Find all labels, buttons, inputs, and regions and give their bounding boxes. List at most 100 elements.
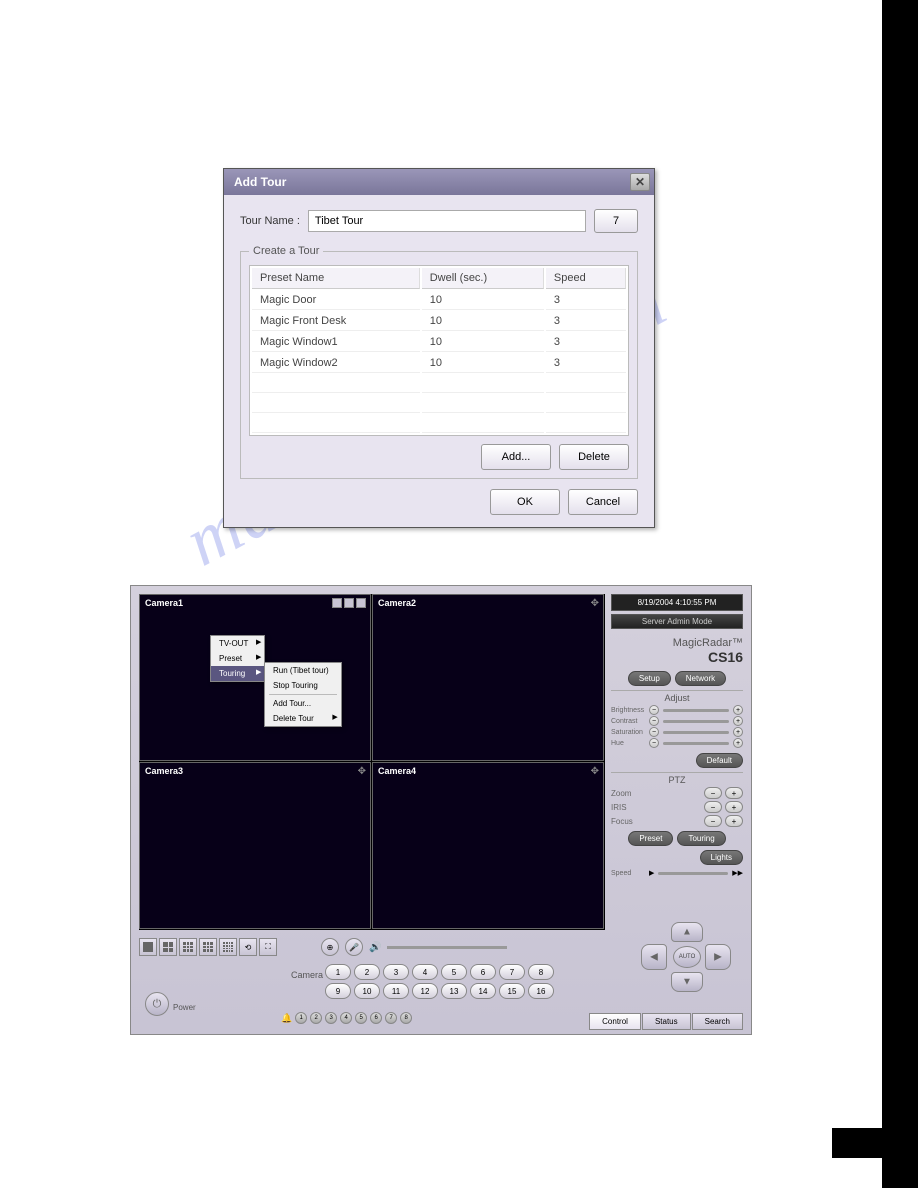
layout-fullscreen-button[interactable]: ⛶ [259, 938, 277, 956]
alarm-2[interactable]: 2 [310, 1012, 322, 1024]
dialog-titlebar[interactable]: Add Tour ✕ [224, 169, 654, 195]
layout-1x1-button[interactable] [139, 938, 157, 956]
move-icon[interactable]: ✥ [591, 766, 599, 777]
preset-table[interactable]: Preset Name Dwell (sec.) Speed Magic Doo… [249, 265, 629, 436]
dpad-left-button[interactable]: ◀ [641, 944, 667, 970]
camera-7-button[interactable]: 7 [499, 964, 525, 980]
minus-icon[interactable]: − [649, 738, 659, 748]
camera-3-button[interactable]: 3 [383, 964, 409, 980]
saturation-slider[interactable]: Saturation−+ [611, 727, 743, 737]
ctx-preset[interactable]: Preset▶ [211, 651, 264, 666]
hue-slider[interactable]: Hue−+ [611, 738, 743, 748]
camera-6-button[interactable]: 6 [470, 964, 496, 980]
snapshot-button[interactable]: ⊕ [321, 938, 339, 956]
zoom-out-button[interactable]: − [704, 787, 722, 799]
minus-icon[interactable]: − [649, 727, 659, 737]
col-speed[interactable]: Speed [546, 268, 626, 289]
alarm-5[interactable]: 5 [355, 1012, 367, 1024]
delete-button[interactable]: Delete [559, 444, 629, 470]
ctx-touring[interactable]: Touring▶ [211, 666, 264, 681]
setup-button[interactable]: Setup [628, 671, 671, 686]
table-row[interactable]: Magic Window1103 [252, 333, 626, 352]
ctx-tvout[interactable]: TV-OUT▶ [211, 636, 264, 651]
dpad-down-button[interactable]: ▼ [671, 972, 703, 992]
camera-move-icon[interactable] [356, 598, 366, 608]
camera-ptz-icon[interactable] [344, 598, 354, 608]
dpad-up-button[interactable]: ▲ [671, 922, 703, 942]
col-preset-name[interactable]: Preset Name [252, 268, 420, 289]
minus-icon[interactable]: − [649, 705, 659, 715]
plus-icon[interactable]: + [733, 705, 743, 715]
close-button[interactable]: ✕ [630, 173, 650, 191]
camera-rec-icon[interactable] [332, 598, 342, 608]
dpad-auto-button[interactable]: AUTO [673, 946, 701, 968]
volume-slider[interactable] [387, 946, 507, 949]
table-row[interactable]: Magic Front Desk103 [252, 312, 626, 331]
table-row[interactable]: Magic Window2103 [252, 354, 626, 373]
mode-display[interactable]: Server Admin Mode [611, 614, 743, 629]
camera-13-button[interactable]: 13 [441, 983, 467, 999]
move-icon[interactable]: ✥ [358, 766, 366, 777]
focus-near-button[interactable]: − [704, 815, 722, 827]
alarm-7[interactable]: 7 [385, 1012, 397, 1024]
cancel-button[interactable]: Cancel [568, 489, 638, 515]
tab-status[interactable]: Status [642, 1013, 691, 1030]
default-button[interactable]: Default [696, 753, 743, 768]
plus-icon[interactable]: + [733, 716, 743, 726]
move-icon[interactable]: ✥ [591, 598, 599, 609]
camera-14-button[interactable]: 14 [470, 983, 496, 999]
touring-button[interactable]: Touring [677, 831, 725, 846]
plus-icon[interactable]: + [733, 738, 743, 748]
network-button[interactable]: Network [675, 671, 726, 686]
sub-run-tour[interactable]: Run (Tibet tour) [265, 663, 341, 678]
camera-5-button[interactable]: 5 [441, 964, 467, 980]
zoom-in-button[interactable]: + [725, 787, 743, 799]
camera-pane-3[interactable]: Camera3 ✥ [139, 762, 371, 929]
iris-open-button[interactable]: + [725, 801, 743, 813]
add-button[interactable]: Add... [481, 444, 551, 470]
mic-button[interactable]: 🎤 [345, 938, 363, 956]
camera-8-button[interactable]: 8 [528, 964, 554, 980]
lights-button[interactable]: Lights [700, 850, 743, 865]
dpad-right-button[interactable]: ▶ [705, 944, 731, 970]
camera-11-button[interactable]: 11 [383, 983, 409, 999]
alarm-6[interactable]: 6 [370, 1012, 382, 1024]
power-button[interactable]: ⏻ [145, 992, 169, 1016]
alarm-8[interactable]: 8 [400, 1012, 412, 1024]
sub-stop-touring[interactable]: Stop Touring [265, 678, 341, 693]
sub-add-tour[interactable]: Add Tour... [265, 696, 341, 711]
camera-15-button[interactable]: 15 [499, 983, 525, 999]
alarm-3[interactable]: 3 [325, 1012, 337, 1024]
camera-12-button[interactable]: 12 [412, 983, 438, 999]
camera-1-button[interactable]: 1 [325, 964, 351, 980]
table-row[interactable]: Magic Door103 [252, 291, 626, 310]
tour-number-button[interactable]: 7 [594, 209, 638, 233]
layout-2x2-button[interactable] [159, 938, 177, 956]
layout-4x4-button[interactable] [219, 938, 237, 956]
col-dwell[interactable]: Dwell (sec.) [422, 268, 544, 289]
camera-16-button[interactable]: 16 [528, 983, 554, 999]
camera-9-button[interactable]: 9 [325, 983, 351, 999]
tab-control[interactable]: Control [589, 1013, 641, 1030]
camera-pane-4[interactable]: Camera4 ✥ [372, 762, 604, 929]
layout-rotate-button[interactable]: ⟲ [239, 938, 257, 956]
contrast-slider[interactable]: Contrast−+ [611, 716, 743, 726]
preset-button[interactable]: Preset [628, 831, 673, 846]
camera-4-button[interactable]: 4 [412, 964, 438, 980]
iris-close-button[interactable]: − [704, 801, 722, 813]
minus-icon[interactable]: − [649, 716, 659, 726]
alarm-1[interactable]: 1 [295, 1012, 307, 1024]
camera-pane-2[interactable]: Camera2 ✥ [372, 594, 604, 761]
speed-slider[interactable]: Speed▶▶▶ [611, 869, 743, 877]
sub-delete-tour[interactable]: Delete Tour▶ [265, 711, 341, 726]
camera-pane-1[interactable]: Camera1 TV-OUT▶ Preset▶ Touring▶ Run (Ti… [139, 594, 371, 761]
ok-button[interactable]: OK [490, 489, 560, 515]
focus-far-button[interactable]: + [725, 815, 743, 827]
tour-name-input[interactable] [308, 210, 586, 232]
plus-icon[interactable]: + [733, 727, 743, 737]
alarm-4[interactable]: 4 [340, 1012, 352, 1024]
tab-search[interactable]: Search [692, 1013, 743, 1030]
camera-10-button[interactable]: 10 [354, 983, 380, 999]
layout-3x3-button[interactable] [179, 938, 197, 956]
layout-8-button[interactable] [199, 938, 217, 956]
